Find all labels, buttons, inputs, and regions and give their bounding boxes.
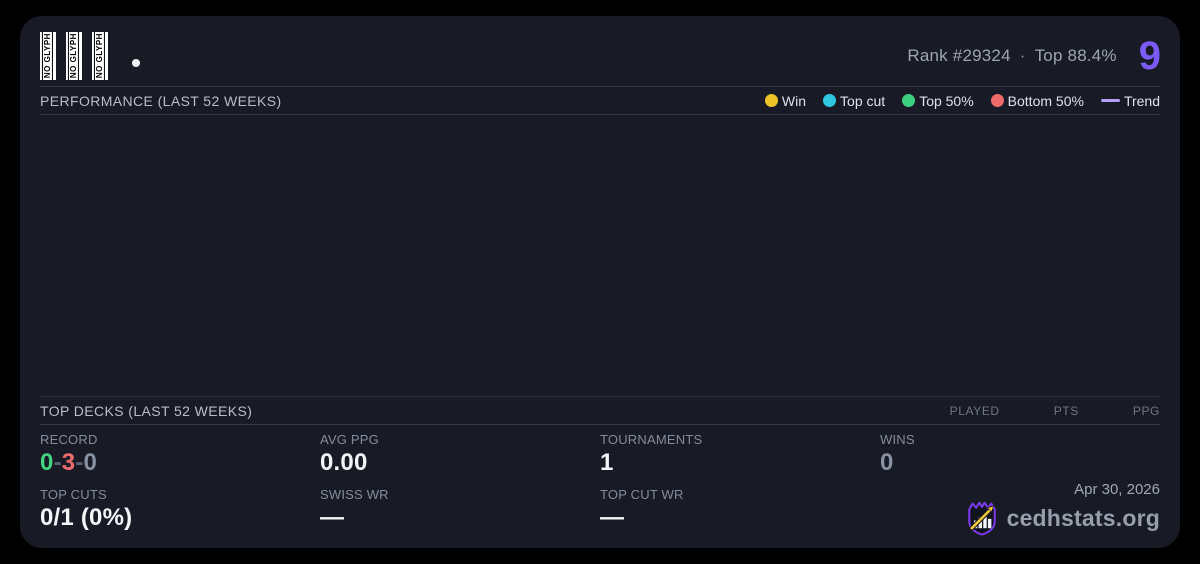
missing-glyph-text: NO GLYPH [94,32,106,80]
top-cut-dot-icon [823,94,837,107]
stat-label: RECORD [40,432,98,447]
bottom-50-dot-icon [990,94,1004,107]
missing-glyph-box: NO GLYPH [92,32,108,80]
stat-avg-ppg: AVG PPG 0.00 [320,432,600,487]
column-pts: PTS [1053,403,1079,418]
missing-glyph-text: NO GLYPH [42,32,54,80]
stat-record: RECORD 0-3-0 [40,432,320,487]
tournaments-value: 1 [600,449,614,476]
swiss-wr-value: — [320,504,345,531]
stats-grid: RECORD 0-3-0 AVG PPG 0.00 TOURNAMENTS 1 … [40,425,1160,548]
legend-label: Bottom 50% [1007,92,1084,109]
avg-ppg-value: 0.00 [320,449,368,476]
top-cuts-value: 0/1 (0%) [40,504,133,531]
top-decks-heading: TOP DECKS (LAST 52 WEEKS) [40,402,253,419]
generated-date: Apr 30, 2026 [1074,481,1160,498]
stat-swiss-wr: SWISS WR — [320,487,600,548]
deck-title-dot [132,59,140,67]
rank-line: Rank #29324 · Top 88.4% [907,46,1116,66]
legend-label: Top 50% [919,92,974,109]
record-draws: 0 [83,449,98,476]
performance-chart-area [40,115,1160,396]
brand: cedhstats.org [965,499,1160,537]
column-played: PLAYED [949,403,1000,418]
stats-card: NO GLYPH NO GLYPH NO GLYPH Rank #29324 · T… [20,16,1180,548]
card-header: NO GLYPH NO GLYPH NO GLYPH Rank #29324 · T… [40,16,1161,87]
legend-item-top-50: Top 50% [902,92,974,109]
card-footer: Apr 30, 2026 cedhstats.org [880,481,1160,548]
stat-top-cuts: TOP CUTS 0/1 (0%) [40,487,320,548]
top-50-dot-icon [902,94,916,107]
stat-tournaments: TOURNAMENTS 1 [600,432,880,487]
stat-top-cut-wr: TOP CUT WR — [600,487,880,548]
stat-wins: WINS 0 [880,432,1160,487]
record-sep: - [53,449,62,476]
missing-glyph-text: NO GLYPH [68,32,80,80]
legend-item-top-cut: Top cut [823,93,885,109]
rank-separator: · [1019,46,1026,65]
legend-item-bottom-50: Bottom 50% [990,92,1084,109]
legend-item-trend: Trend [1100,92,1160,109]
record-value: 0-3-0 [40,449,320,476]
record-losses: 3 [61,449,76,476]
stat-label: AVG PPG [320,432,379,447]
score-value: 9 [1138,34,1161,78]
stat-label: TOURNAMENTS [600,432,703,447]
legend-label: Top cut [840,92,886,109]
stat-label: TOP CUT WR [600,487,684,502]
column-ppg: PPG [1132,403,1160,418]
rank-area: Rank #29324 · Top 88.4% 9 [907,34,1161,78]
rank-text: Rank #29324 [907,46,1011,65]
cedhstats-logo-icon [967,501,996,536]
missing-glyph-box: NO GLYPH [40,32,56,80]
missing-glyph-box: NO GLYPH [66,32,82,80]
wins-value: 0 [880,449,894,476]
stat-label: TOP CUTS [40,487,107,502]
top-decks-header-row: TOP DECKS (LAST 52 WEEKS) PLAYED PTS PPG [40,396,1160,425]
top-percent-text: Top 88.4% [1034,46,1117,65]
win-dot-icon [764,94,778,107]
legend-label: Win [781,92,807,109]
trend-line-icon [1100,99,1120,102]
top-cut-wr-value: — [600,504,625,531]
deck-title: NO GLYPH NO GLYPH NO GLYPH [40,32,140,80]
brand-text: cedhstats.org [1006,504,1160,531]
performance-header-row: PERFORMANCE (LAST 52 WEEKS) Win Top cut … [40,87,1160,115]
top-decks-columns: PLAYED PTS PPG [950,404,1160,418]
performance-heading: PERFORMANCE (LAST 52 WEEKS) [40,92,282,109]
legend-item-win: Win [764,92,807,109]
legend-label: Trend [1123,92,1160,109]
stat-label: WINS [880,432,915,447]
chart-legend: Win Top cut Top 50% Bottom 50% Trend [764,92,1160,109]
record-sep: - [75,449,84,476]
record-wins: 0 [40,449,54,476]
stat-label: SWISS WR [320,487,389,502]
